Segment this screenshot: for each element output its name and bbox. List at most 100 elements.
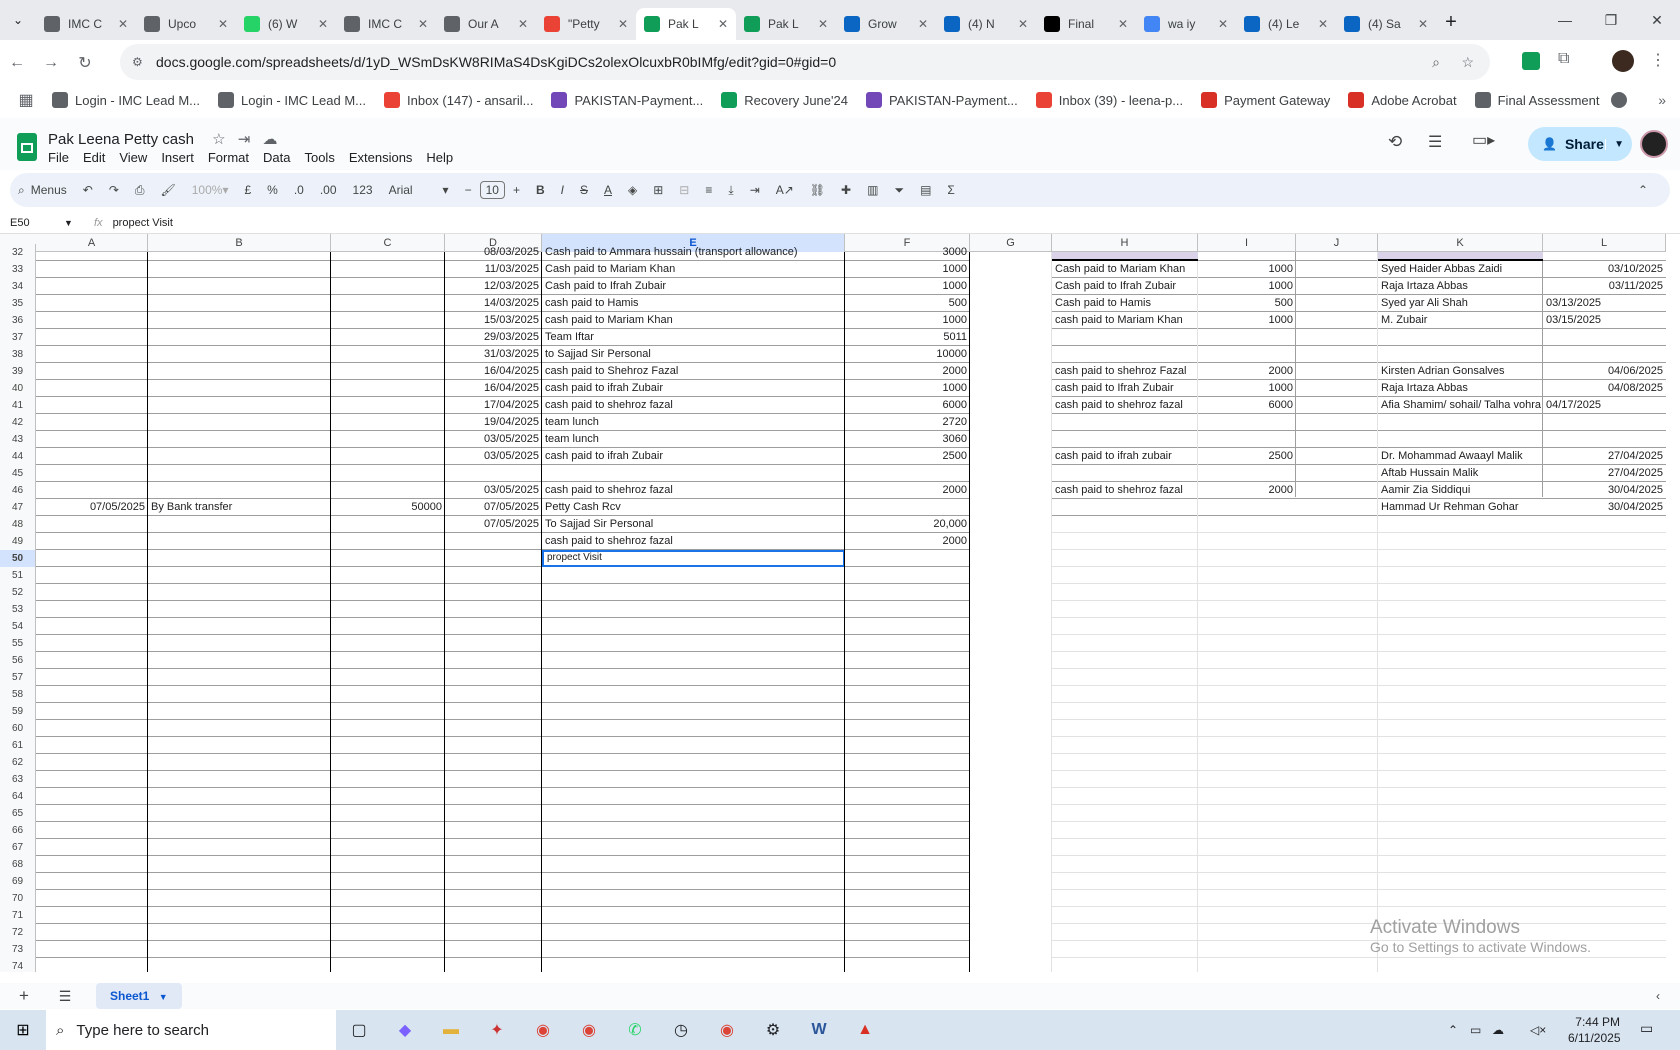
row-header[interactable]: 36 xyxy=(0,312,36,329)
row-header[interactable]: 71 xyxy=(0,907,36,924)
tray-volume-icon[interactable]: ◁× xyxy=(1530,1023,1546,1037)
menu-view[interactable]: View xyxy=(119,150,147,165)
close-window-icon[interactable]: ✕ xyxy=(1634,0,1680,40)
browser-tab[interactable]: Pak L ✕ xyxy=(736,8,836,40)
row-header[interactable]: 68 xyxy=(0,856,36,873)
cell-l33[interactable]: 03/10/2025 xyxy=(1543,261,1666,278)
tab-search-icon[interactable]: ⌄ xyxy=(0,13,36,27)
row-header[interactable]: 66 xyxy=(0,822,36,839)
cell-e36[interactable]: cash paid to Mariam Khan xyxy=(542,312,845,329)
menu-extensions[interactable]: Extensions xyxy=(349,150,413,165)
cell-e40[interactable]: cash paid to ifrah Zubair xyxy=(542,380,845,397)
row-header[interactable]: 39 xyxy=(0,363,36,380)
row-header[interactable]: 34 xyxy=(0,278,36,295)
browser-tab[interactable]: (6) W ✕ xyxy=(236,8,336,40)
bookmark-item[interactable]: Payment Gateway xyxy=(1201,92,1330,108)
row-header[interactable]: 33 xyxy=(0,261,36,278)
menu-insert[interactable]: Insert xyxy=(161,150,194,165)
collapse-toolbar-icon[interactable]: ⌃ xyxy=(1638,183,1648,197)
close-tab-icon[interactable]: ✕ xyxy=(1118,17,1128,31)
close-tab-icon[interactable]: ✕ xyxy=(618,17,628,31)
rotate-icon[interactable]: A↗ xyxy=(776,183,794,197)
cell-e34[interactable]: Cash paid to Ifrah Zubair xyxy=(542,278,845,295)
taskbar-search[interactable]: ⌕ Type here to search xyxy=(46,1010,336,1050)
cell-e42[interactable]: team lunch xyxy=(542,414,845,431)
cell-d44[interactable]: 03/05/2025 xyxy=(445,448,542,465)
whatsapp-icon[interactable]: ✆ xyxy=(612,1010,658,1050)
row-header[interactable]: 61 xyxy=(0,737,36,754)
row-header[interactable]: 70 xyxy=(0,890,36,907)
cell-l44[interactable]: 27/04/2025 xyxy=(1543,448,1666,465)
decrease-decimal[interactable]: .0 xyxy=(294,183,304,197)
cell-a47[interactable]: 07/05/2025 xyxy=(36,499,148,516)
cell-e33[interactable]: Cash paid to Mariam Khan xyxy=(542,261,845,278)
menu-file[interactable]: File xyxy=(48,150,69,165)
cell-f33[interactable]: 1000 xyxy=(845,261,970,278)
cell-b47[interactable]: By Bank transfer xyxy=(148,499,331,516)
row-header[interactable]: 56 xyxy=(0,652,36,669)
row-header[interactable]: 62 xyxy=(0,754,36,771)
row-header[interactable]: 42 xyxy=(0,414,36,431)
chart-icon[interactable]: ▥ xyxy=(867,183,878,197)
cell-h35[interactable]: Cash paid to Hamis xyxy=(1052,295,1198,312)
cell-l39[interactable]: 04/06/2025 xyxy=(1543,363,1666,380)
word-icon[interactable]: W xyxy=(796,1010,842,1050)
cell-d37[interactable]: 29/03/2025 xyxy=(445,329,542,346)
row-header[interactable]: 53 xyxy=(0,601,36,618)
browser-tab[interactable]: (4) Le ✕ xyxy=(1236,8,1336,40)
chrome-icon[interactable]: ◉ xyxy=(704,1010,750,1050)
percent-format[interactable]: % xyxy=(267,183,278,197)
cell-f40[interactable]: 1000 xyxy=(845,380,970,397)
cell-e46[interactable]: cash paid to shehroz fazal xyxy=(542,482,845,499)
cell-f48[interactable]: 20,000 xyxy=(845,516,970,533)
row-header[interactable]: 45 xyxy=(0,465,36,482)
column-header[interactable]: K xyxy=(1378,234,1543,252)
minimize-icon[interactable]: — xyxy=(1542,0,1588,40)
version-history-icon[interactable]: ⟲ xyxy=(1388,132,1402,152)
column-header[interactable]: B xyxy=(148,234,331,252)
row-header[interactable]: 69 xyxy=(0,873,36,890)
number-format[interactable]: 123 xyxy=(353,183,373,197)
notifications-icon[interactable]: ▭ xyxy=(1640,1020,1653,1037)
browser-tab[interactable]: Upco ✕ xyxy=(136,8,236,40)
close-tab-icon[interactable]: ✕ xyxy=(418,17,428,31)
cell-f34[interactable]: 1000 xyxy=(845,278,970,295)
cell-k39[interactable]: Kirsten Adrian Gonsalves xyxy=(1378,363,1543,380)
share-dropdown-icon[interactable]: ▼ xyxy=(1605,138,1624,150)
cell-f42[interactable]: 2720 xyxy=(845,414,970,431)
zoom-icon[interactable]: ⌕ xyxy=(1432,54,1440,71)
cell-l47[interactable]: 30/04/2025 xyxy=(1543,499,1666,516)
bookmark-item[interactable]: Login - IMC Lead M... xyxy=(52,92,200,108)
forward-icon[interactable]: → xyxy=(34,54,68,72)
cell-i40[interactable]: 1000 xyxy=(1198,380,1296,397)
browser-tab[interactable]: Our A ✕ xyxy=(436,8,536,40)
cell-h46[interactable]: cash paid to shehroz fazal xyxy=(1052,482,1198,499)
print-icon[interactable]: ⎙ xyxy=(135,183,145,198)
cell-k47[interactable]: Hammad Ur Rehman Gohar xyxy=(1378,499,1543,516)
add-sheet-icon[interactable]: + xyxy=(0,986,48,1006)
cell-d48[interactable]: 07/05/2025 xyxy=(445,516,542,533)
cell-f46[interactable]: 2000 xyxy=(845,482,970,499)
cell-l36[interactable]: 03/15/2025 xyxy=(1543,312,1666,329)
url-field[interactable]: ⚙ docs.google.com/spreadsheets/d/1yD_WSm… xyxy=(120,44,1490,80)
font-size-field[interactable]: 10 xyxy=(479,181,505,199)
new-tab-button[interactable]: + xyxy=(1436,11,1466,34)
column-header[interactable]: G xyxy=(970,234,1052,252)
cell-l40[interactable]: 04/08/2025 xyxy=(1543,380,1666,397)
more-bookmarks-icon[interactable]: » xyxy=(1658,92,1666,108)
cell-e50[interactable]: propect Visit xyxy=(542,550,845,567)
cell-f49[interactable]: 2000 xyxy=(845,533,970,550)
column-header[interactable]: A xyxy=(36,234,148,252)
row-header[interactable]: 38 xyxy=(0,346,36,363)
cell-l45[interactable]: 27/04/2025 xyxy=(1543,465,1666,482)
row-header[interactable]: 48 xyxy=(0,516,36,533)
cell-d32[interactable]: 08/03/2025 xyxy=(445,244,542,261)
strikethrough-icon[interactable]: S xyxy=(580,183,588,197)
row-header[interactable]: 51 xyxy=(0,567,36,584)
cell-k40[interactable]: Raja Irtaza Abbas xyxy=(1378,380,1543,397)
comment-icon[interactable]: ✚ xyxy=(841,183,851,197)
cell-f39[interactable]: 2000 xyxy=(845,363,970,380)
cloud-status-icon[interactable]: ☁ xyxy=(262,131,277,148)
document-title[interactable]: Pak Leena Petty cash xyxy=(48,131,194,148)
comments-icon[interactable]: ☰ xyxy=(1428,132,1442,152)
